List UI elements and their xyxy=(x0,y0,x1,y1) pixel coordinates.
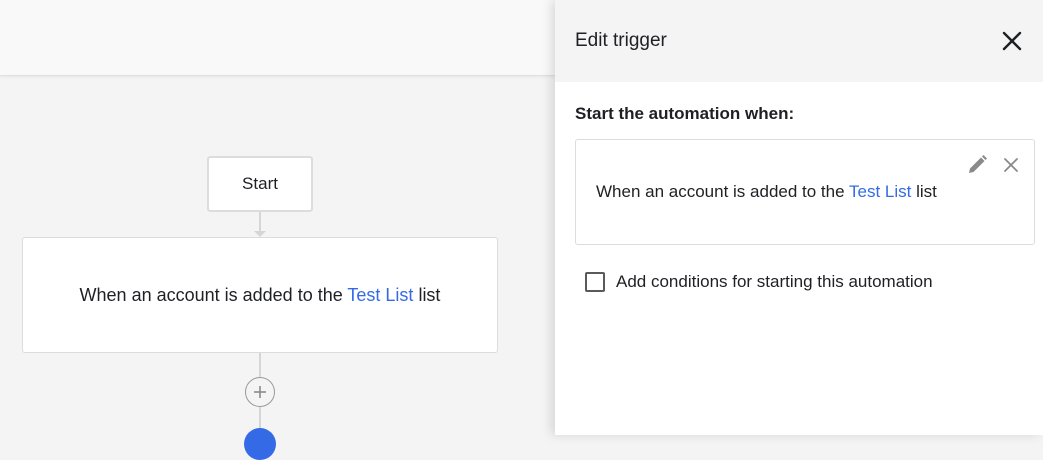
connector-line xyxy=(259,353,261,377)
panel-title: Edit trigger xyxy=(575,30,667,51)
trigger-description: When an account is added to the Test Lis… xyxy=(596,182,937,201)
start-node-label: Start xyxy=(242,174,278,193)
add-step-button[interactable] xyxy=(245,377,275,407)
conditions-checkbox-label[interactable]: Add conditions for starting this automat… xyxy=(616,272,933,292)
edit-trigger-button[interactable] xyxy=(966,154,988,176)
x-icon xyxy=(1004,158,1018,172)
plus-circle-icon xyxy=(254,386,266,398)
conditions-checkbox-row[interactable]: Add conditions for starting this automat… xyxy=(585,272,933,292)
trigger-card[interactable]: When an account is added to the Test Lis… xyxy=(22,237,498,353)
start-node[interactable]: Start xyxy=(207,156,313,212)
section-heading: Start the automation when: xyxy=(575,104,795,123)
remove-trigger-button[interactable] xyxy=(1002,156,1020,174)
connector-line xyxy=(259,212,261,232)
next-step-node[interactable] xyxy=(244,428,276,460)
conditions-checkbox[interactable] xyxy=(585,272,605,292)
pencil-icon xyxy=(969,155,987,173)
trigger-card-list-link[interactable]: Test List xyxy=(347,285,413,305)
edit-trigger-panel: Edit trigger Start the automation when: … xyxy=(555,0,1043,435)
trigger-list-link[interactable]: Test List xyxy=(849,182,911,201)
trigger-card-text: When an account is added to the Test Lis… xyxy=(79,284,441,305)
close-button[interactable] xyxy=(999,28,1025,54)
panel-header: Edit trigger xyxy=(555,0,1043,82)
trigger-box: When an account is added to the Test Lis… xyxy=(575,139,1035,245)
canvas-top-bar xyxy=(0,0,560,76)
close-icon xyxy=(1002,31,1022,51)
